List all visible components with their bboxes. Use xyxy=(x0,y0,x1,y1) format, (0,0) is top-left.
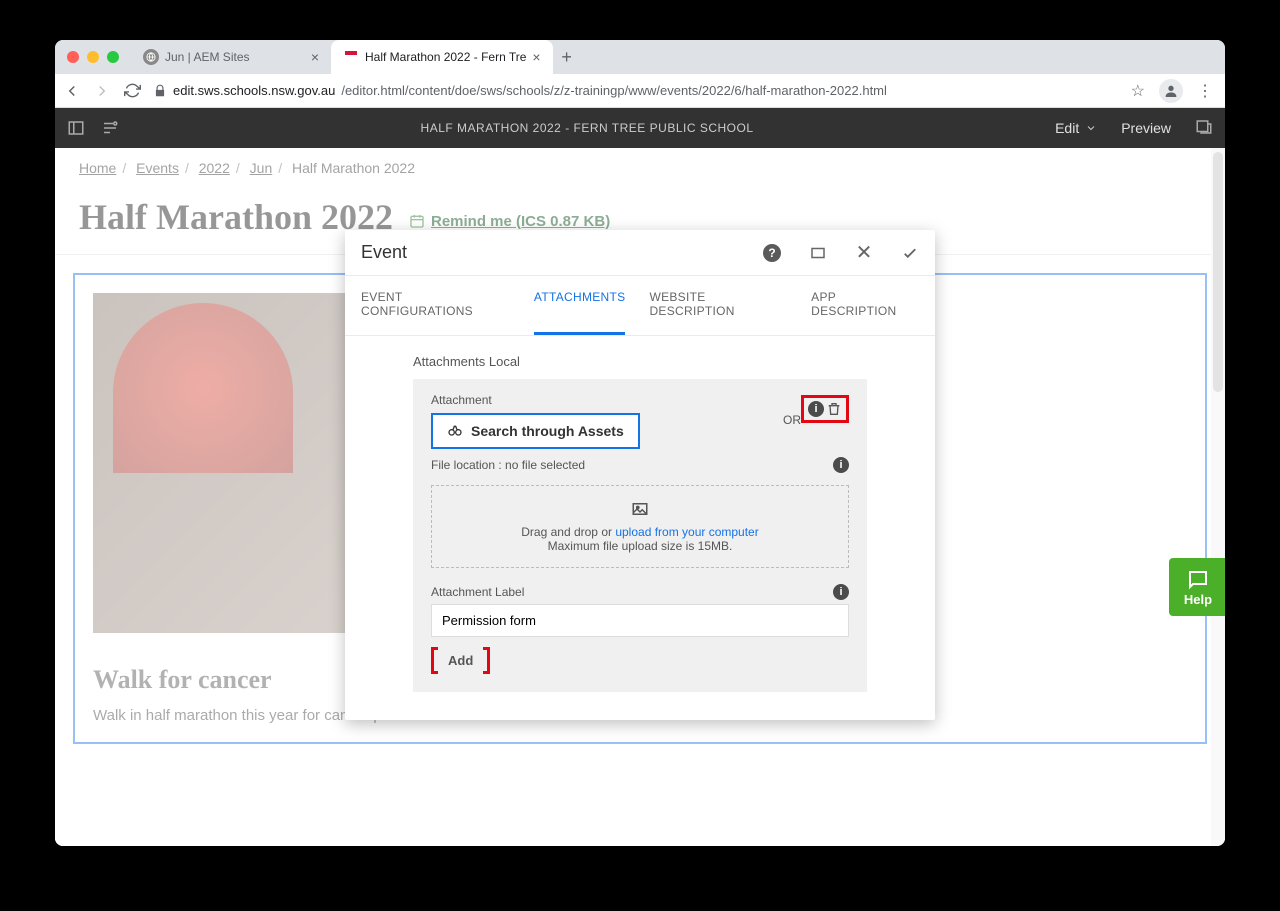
content-area: Home/ Events/ 2022/ Jun/ Half Marathon 2… xyxy=(55,148,1225,846)
dialog-body: Attachments Local Attachment Search thro… xyxy=(345,336,935,720)
aem-page-title: HALF MARATHON 2022 - FERN TREE PUBLIC SC… xyxy=(119,121,1055,135)
close-tab-icon[interactable]: × xyxy=(311,49,319,65)
new-tab-button[interactable]: + xyxy=(553,47,581,68)
info-icon[interactable]: i xyxy=(808,401,824,417)
add-button[interactable]: Add xyxy=(438,647,483,674)
aem-favicon-icon xyxy=(343,49,359,65)
attachment-label-input[interactable] xyxy=(431,604,849,637)
close-tab-icon[interactable]: × xyxy=(532,49,540,65)
event-dialog: Event ? ✕ EVENT CONFIGURATIONS ATTACHMEN… xyxy=(345,230,935,720)
browser-right-icons: ☆ ⋮ xyxy=(1131,79,1213,103)
delete-highlight: i xyxy=(801,395,849,423)
address-bar: edit.sws.schools.nsw.gov.au/editor.html/… xyxy=(55,74,1225,108)
search-assets-label: Search through Assets xyxy=(471,423,624,439)
kebab-menu-icon[interactable]: ⋮ xyxy=(1197,81,1213,101)
help-icon[interactable]: ? xyxy=(763,244,781,262)
help-widget[interactable]: Help xyxy=(1169,558,1225,616)
upload-link[interactable]: upload from your computer xyxy=(615,525,758,539)
maximize-window-button[interactable] xyxy=(107,51,119,63)
back-button[interactable] xyxy=(63,82,81,100)
help-label: Help xyxy=(1184,592,1212,607)
tab-title: Half Marathon 2022 - Fern Tre xyxy=(365,50,526,64)
dialog-tabs: EVENT CONFIGURATIONS ATTACHMENTS WEBSITE… xyxy=(345,276,935,336)
browser-tab-active[interactable]: Half Marathon 2022 - Fern Tre × xyxy=(331,40,553,74)
dialog-title: Event xyxy=(361,242,763,263)
info-icon[interactable]: i xyxy=(833,584,849,600)
page-info-icon[interactable] xyxy=(101,119,119,137)
tab-app-description[interactable]: APP DESCRIPTION xyxy=(811,276,919,335)
close-window-button[interactable] xyxy=(67,51,79,63)
info-icon[interactable]: i xyxy=(833,457,849,473)
minimize-window-button[interactable] xyxy=(87,51,99,63)
tab-title: Jun | AEM Sites xyxy=(165,50,250,64)
lock-icon xyxy=(153,84,167,98)
file-dropzone[interactable]: Drag and drop or upload from your comput… xyxy=(431,485,849,568)
add-highlight: Add xyxy=(431,647,490,674)
file-location-text: File location : no file selected xyxy=(431,458,585,472)
chat-icon xyxy=(1186,568,1210,592)
window-controls xyxy=(67,51,119,63)
tab-event-configurations[interactable]: EVENT CONFIGURATIONS xyxy=(361,276,510,335)
side-panel-icon[interactable] xyxy=(67,119,85,137)
tab-attachments[interactable]: ATTACHMENTS xyxy=(534,276,626,335)
tab-website-description[interactable]: WEBSITE DESCRIPTION xyxy=(649,276,787,335)
reload-button[interactable] xyxy=(123,82,141,100)
preview-button[interactable]: Preview xyxy=(1121,120,1171,136)
account-icon[interactable] xyxy=(1159,79,1183,103)
bookmark-icon[interactable]: ☆ xyxy=(1131,81,1145,101)
url-domain: edit.sws.schools.nsw.gov.au xyxy=(173,83,335,98)
aem-editor-header: HALF MARATHON 2022 - FERN TREE PUBLIC SC… xyxy=(55,108,1225,148)
fullscreen-icon[interactable] xyxy=(809,244,827,262)
close-icon[interactable]: ✕ xyxy=(855,244,873,262)
or-text: OR xyxy=(783,413,801,427)
edit-mode-dropdown[interactable]: Edit xyxy=(1055,120,1097,136)
image-icon xyxy=(446,500,834,521)
attachment-field-label: Attachment xyxy=(431,393,783,407)
globe-icon xyxy=(143,49,159,65)
search-assets-button[interactable]: Search through Assets xyxy=(431,413,640,449)
dropzone-prefix: Drag and drop or xyxy=(521,525,615,539)
binoculars-icon xyxy=(447,423,463,439)
dropzone-max: Maximum file upload size is 15MB. xyxy=(446,539,834,553)
edit-label: Edit xyxy=(1055,120,1079,136)
annotate-icon[interactable] xyxy=(1195,118,1213,139)
attachment-label-field-label: Attachment Label xyxy=(431,585,524,599)
browser-window: Jun | AEM Sites × Half Marathon 2022 - F… xyxy=(55,40,1225,846)
url-path: /editor.html/content/doe/sws/schools/z/z… xyxy=(341,83,887,98)
check-icon[interactable] xyxy=(901,244,919,262)
dialog-header: Event ? ✕ xyxy=(345,230,935,276)
tab-bar: Jun | AEM Sites × Half Marathon 2022 - F… xyxy=(55,40,1225,74)
section-label: Attachments Local xyxy=(413,354,867,369)
chevron-down-icon xyxy=(1085,122,1097,134)
attachment-box: Attachment Search through Assets OR xyxy=(413,379,867,692)
trash-icon[interactable] xyxy=(826,400,842,418)
forward-button[interactable] xyxy=(93,82,111,100)
url-input[interactable]: edit.sws.schools.nsw.gov.au/editor.html/… xyxy=(153,83,1119,98)
browser-tab-inactive[interactable]: Jun | AEM Sites × xyxy=(131,40,331,74)
